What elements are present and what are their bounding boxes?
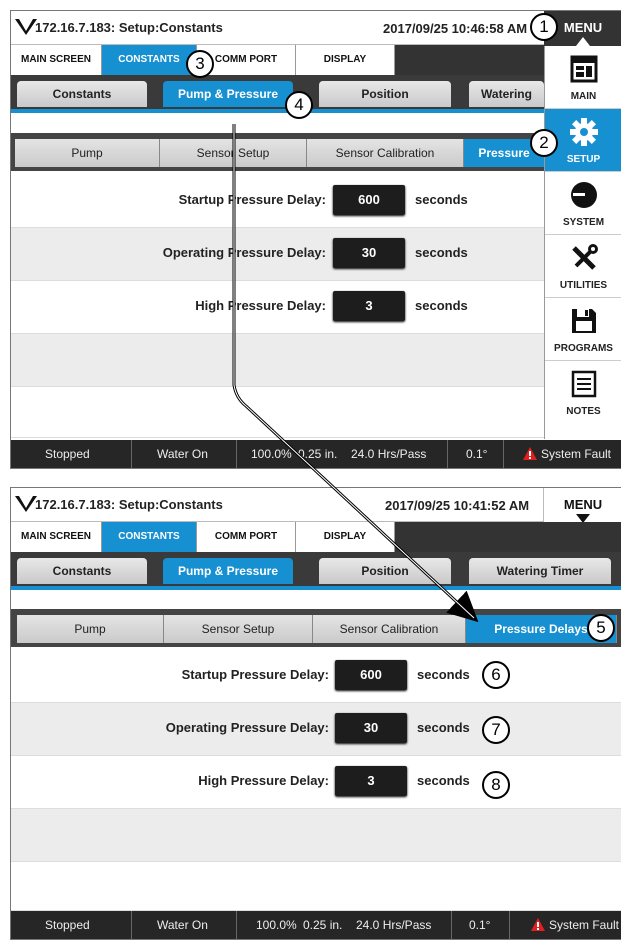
- callout-6: 6: [482, 661, 510, 689]
- callout-5: 5: [587, 614, 615, 642]
- callout-8: 8: [482, 771, 510, 799]
- callout-2: 2: [530, 129, 558, 157]
- callout-7: 7: [482, 716, 510, 744]
- callout-3: 3: [186, 50, 214, 78]
- callout-1: 1: [530, 13, 558, 41]
- callout-4: 4: [285, 91, 313, 119]
- connector-arrow: [232, 124, 479, 623]
